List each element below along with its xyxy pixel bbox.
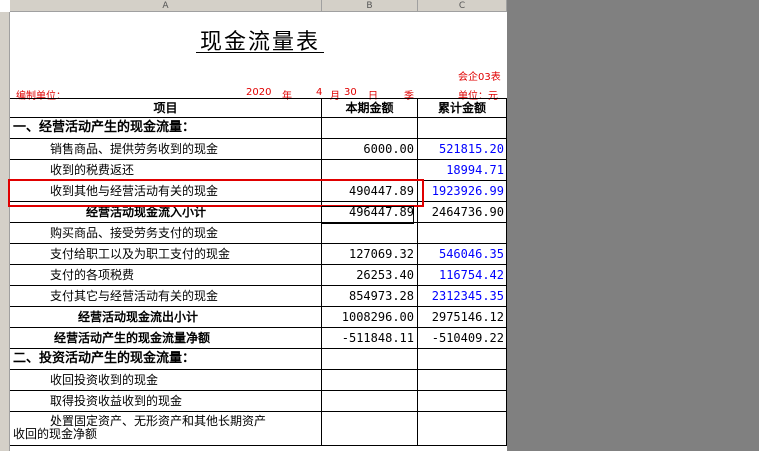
table-row[interactable]: 购买商品、接受劳务支付的现金 [10,223,507,244]
workspace-background [507,0,759,451]
table-row[interactable]: 处置固定资产、无形资产和其他长期资产 收回的现金净额 [10,412,507,446]
item-cell[interactable]: 支付其它与经营活动有关的现金 [10,286,322,306]
table-row[interactable]: 支付其它与经营活动有关的现金 854973.28 2312345.35 [10,286,507,307]
item-cell[interactable]: 销售商品、提供劳务收到的现金 [10,139,322,159]
current-amount-cell[interactable] [322,391,418,411]
table-row[interactable]: 经营活动现金流出小计 1008296.00 2975146.12 [10,307,507,328]
spreadsheet[interactable]: A B C 现金流量表 会企03表 编制单位： 2020 年 4 月 30 日 … [0,0,507,451]
current-amount-cell[interactable] [322,223,418,243]
item-cell[interactable]: 处置固定资产、无形资产和其他长期资产 收回的现金净额 [10,412,322,445]
table-row[interactable]: 收到的税费返还 18994.71 [10,160,507,181]
cumulative-amount-cell[interactable] [418,370,507,390]
item-cell[interactable]: 支付的各项税费 [10,265,322,285]
item-cell[interactable]: 经营活动产生的现金流量净额 [10,328,322,348]
item-label-line2: 收回的现金净额 [13,427,98,441]
date-year: 2020 [246,87,272,98]
item-cell[interactable]: 收回投资收到的现金 [10,370,322,390]
cumulative-amount-cell[interactable]: 116754.42 [418,265,507,285]
current-amount-cell[interactable] [322,370,418,390]
current-amount-cell[interactable]: -511848.11 [322,328,418,348]
column-header-b[interactable]: B [322,0,418,12]
cumulative-amount-cell[interactable] [418,223,507,243]
current-amount-cell[interactable] [322,118,418,138]
header-current: 本期金额 [322,99,418,117]
current-amount-cell[interactable]: 854973.28 [322,286,418,306]
cumulative-amount-cell[interactable]: 2312345.35 [418,286,507,306]
item-cell[interactable]: 购买商品、接受劳务支付的现金 [10,223,322,243]
cumulative-amount-cell[interactable]: 546046.35 [418,244,507,264]
cumulative-amount-cell[interactable]: 2975146.12 [418,307,507,327]
item-cell[interactable]: 二、投资活动产生的现金流量： [10,349,322,369]
selected-cell[interactable] [321,206,414,224]
header-item: 项目 [10,99,322,117]
item-cell[interactable]: 支付给职工以及为职工支付的现金 [10,244,322,264]
current-amount-cell[interactable] [322,349,418,369]
table-row[interactable]: 收回投资收到的现金 [10,370,507,391]
row-header-gutter[interactable] [0,12,10,451]
cumulative-amount-cell[interactable]: 1923926.99 [418,181,507,201]
item-cell[interactable]: 经营活动现金流出小计 [10,307,322,327]
table-row[interactable]: 取得投资收益收到的现金 [10,391,507,412]
cumulative-amount-cell[interactable] [418,412,507,445]
header-row: 项目 本期金额 累计金额 [10,98,507,118]
cumulative-amount-cell[interactable] [418,118,507,138]
current-amount-cell[interactable]: 1008296.00 [322,307,418,327]
column-header-c[interactable]: C [418,0,507,12]
date-month: 4 [316,87,323,98]
table-row[interactable]: 一、经营活动产生的现金流量： [10,118,507,139]
current-amount-cell[interactable]: 6000.00 [322,139,418,159]
highlight-box [8,179,424,207]
table-row[interactable]: 支付给职工以及为职工支付的现金 127069.32 546046.35 [10,244,507,265]
item-cell[interactable]: 一、经营活动产生的现金流量： [10,118,322,138]
form-code: 会企03表 [458,72,501,83]
cumulative-amount-cell[interactable]: 521815.20 [418,139,507,159]
cumulative-amount-cell[interactable]: 2464736.90 [418,202,507,222]
table-row[interactable]: 二、投资活动产生的现金流量： [10,349,507,370]
current-amount-cell[interactable]: 26253.40 [322,265,418,285]
column-header-a[interactable]: A [10,0,322,12]
cumulative-amount-cell[interactable]: 18994.71 [418,160,507,180]
current-amount-cell[interactable]: 127069.32 [322,244,418,264]
title-underline [196,52,324,53]
table-row[interactable]: 支付的各项税费 26253.40 116754.42 [10,265,507,286]
cumulative-amount-cell[interactable] [418,391,507,411]
current-amount-cell[interactable] [322,412,418,445]
table-row[interactable]: 经营活动产生的现金流量净额 -511848.11 -510409.22 [10,328,507,349]
item-cell[interactable]: 收到的税费返还 [10,160,322,180]
header-cumulative: 累计金额 [418,99,507,117]
item-label-line1: 处置固定资产、无形资产和其他长期资产 [50,414,267,428]
cumulative-amount-cell[interactable] [418,349,507,369]
current-amount-cell[interactable] [322,160,418,180]
cumulative-amount-cell[interactable]: -510409.22 [418,328,507,348]
table-row[interactable]: 销售商品、提供劳务收到的现金 6000.00 521815.20 [10,139,507,160]
item-cell[interactable]: 取得投资收益收到的现金 [10,391,322,411]
date-day: 30 [344,87,357,98]
